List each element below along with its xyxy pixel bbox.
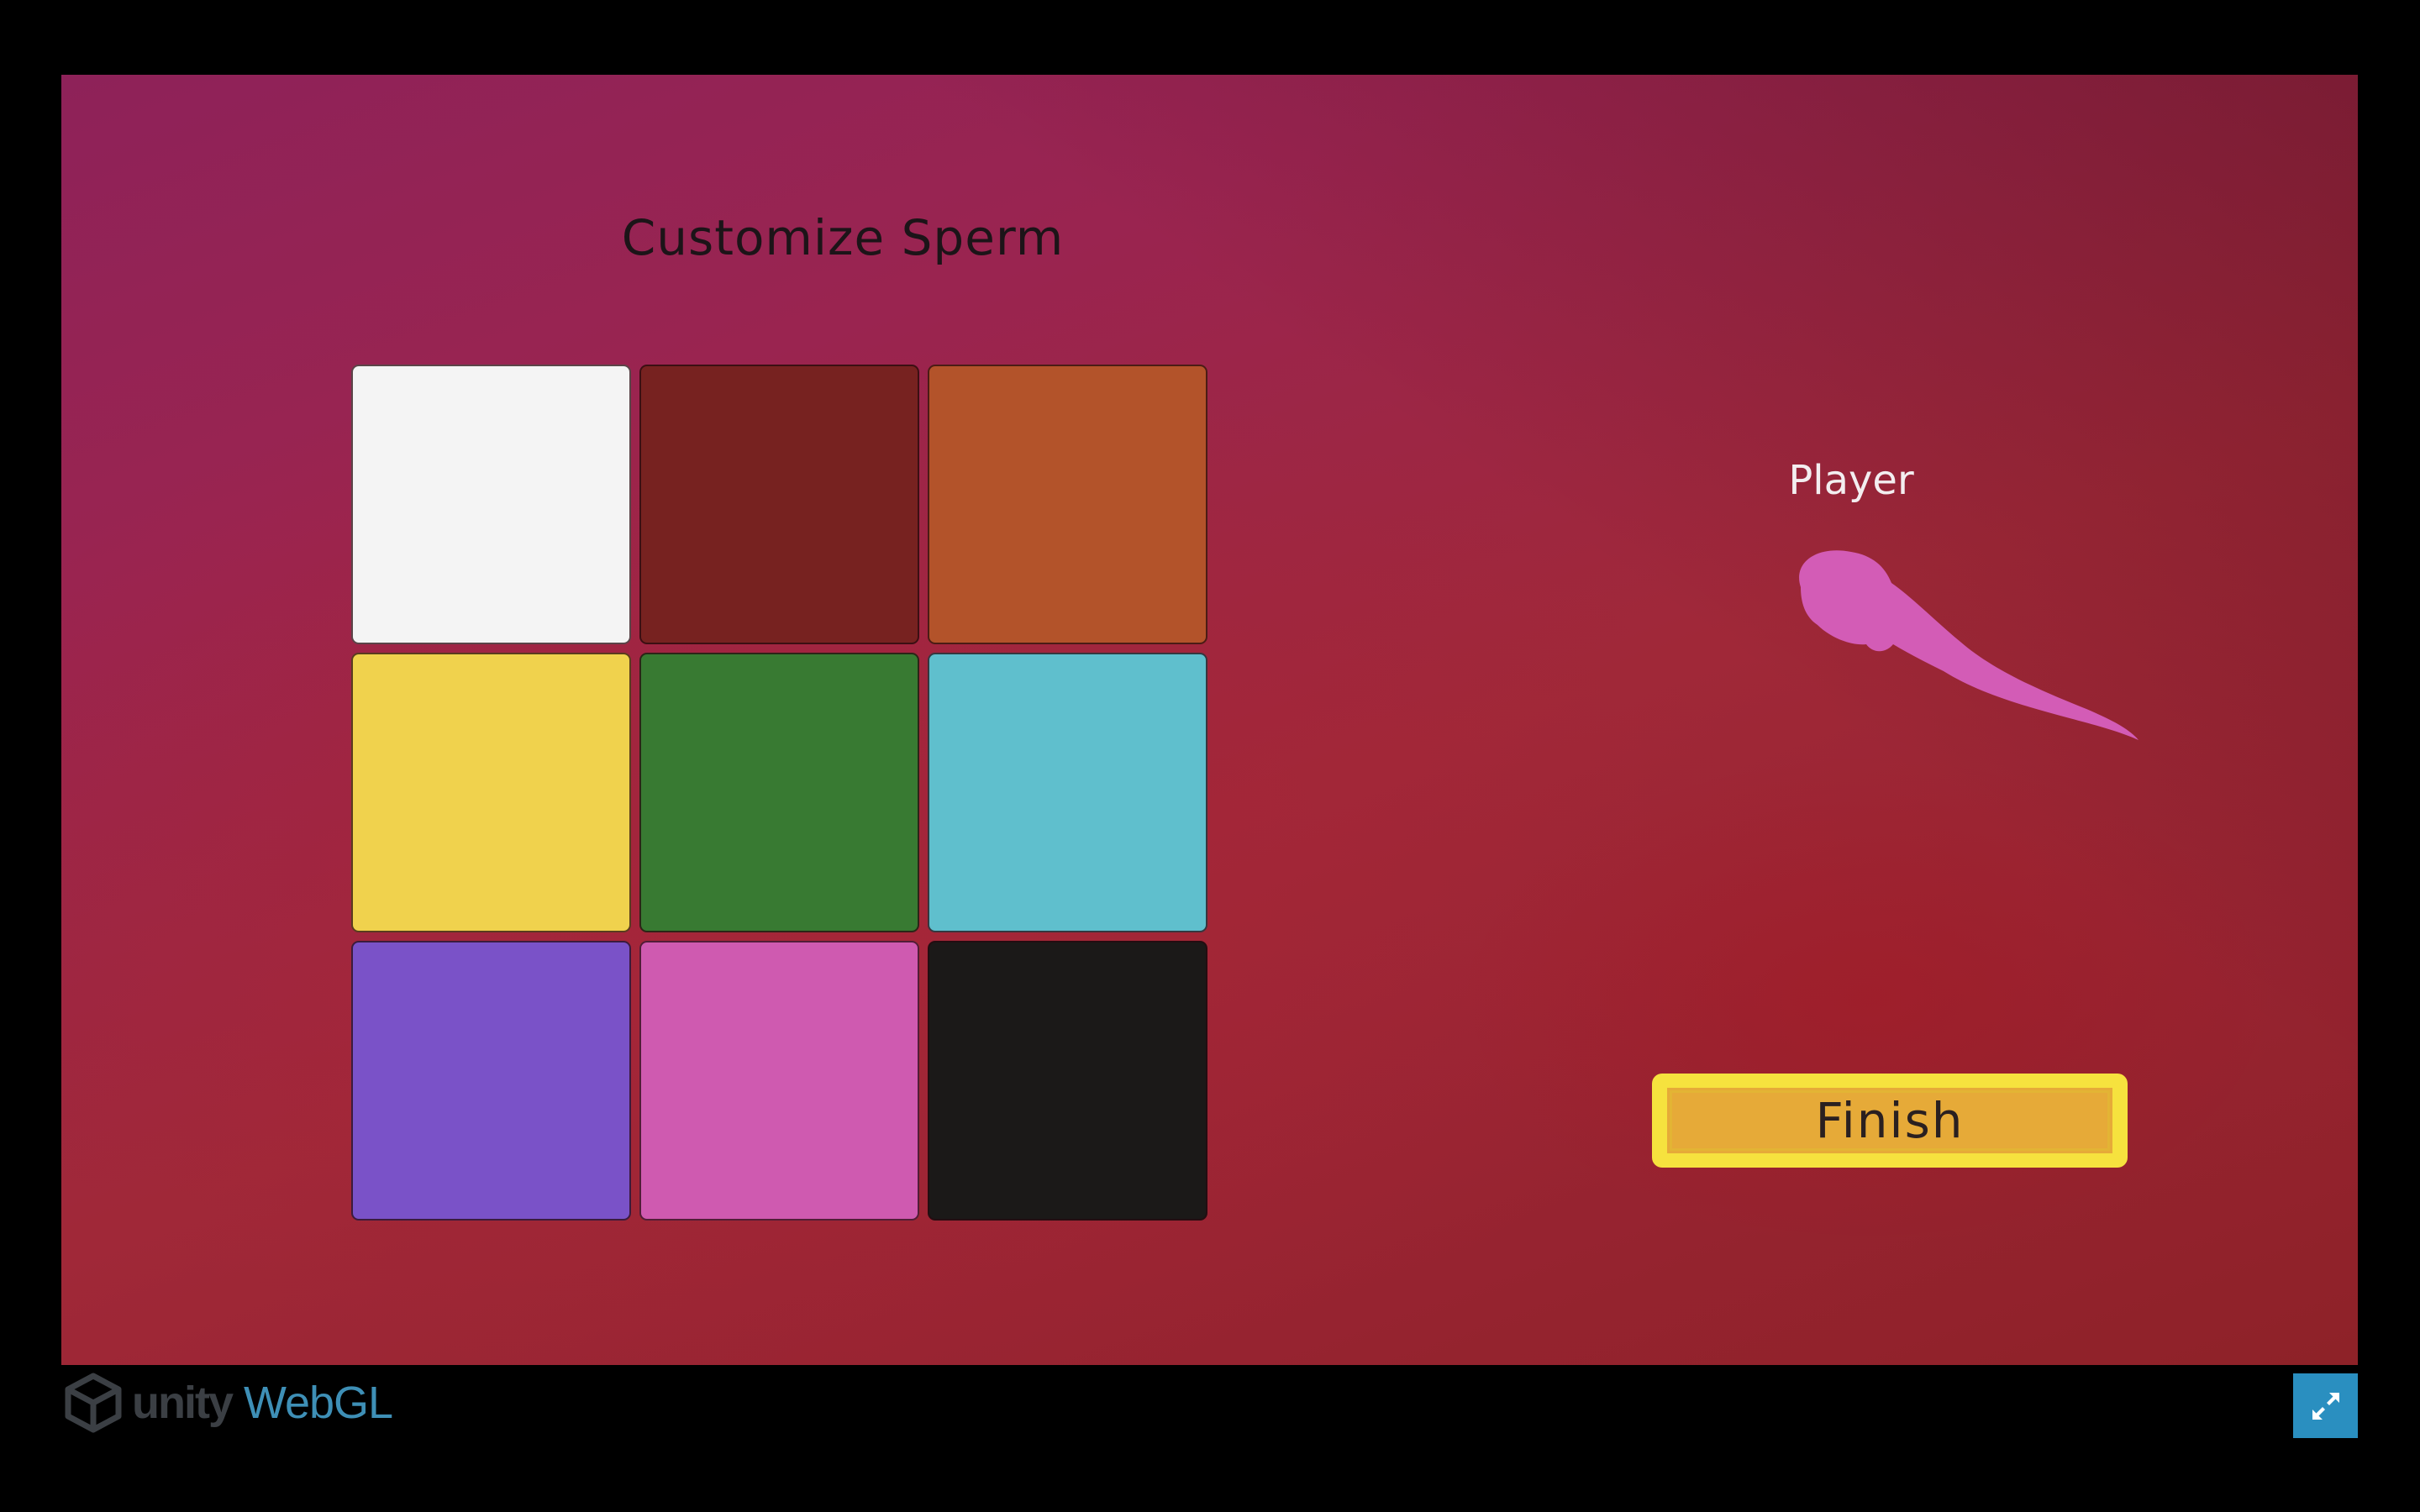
color-swatch-black[interactable] — [928, 941, 1207, 1221]
color-swatch-pink[interactable] — [639, 941, 919, 1221]
game-canvas: Customize Sperm Player Finish — [61, 75, 2358, 1365]
color-swatch-yellow[interactable] — [351, 653, 631, 932]
color-swatch-green[interactable] — [639, 653, 919, 932]
player-label: Player — [1788, 457, 1914, 504]
unity-webgl-logo: unity WebGL — [61, 1368, 393, 1438]
player-sperm-preview — [1799, 550, 2139, 740]
fullscreen-button[interactable] — [2293, 1373, 2358, 1438]
webgl-text: WebGL — [244, 1378, 393, 1428]
color-swatch-cyan[interactable] — [928, 653, 1207, 932]
color-swatch-purple[interactable] — [351, 941, 631, 1221]
page-title: Customize Sperm — [621, 209, 1065, 266]
finish-button[interactable]: Finish — [1652, 1074, 2128, 1168]
color-swatch-grid — [351, 365, 1208, 1221]
unity-cube-icon — [65, 1373, 122, 1433]
unity-text: unity — [132, 1378, 234, 1428]
sperm-body — [1799, 550, 2139, 740]
color-swatch-white[interactable] — [351, 365, 631, 644]
color-swatch-orange[interactable] — [928, 365, 1207, 644]
finish-button-label: Finish — [1660, 1081, 2119, 1160]
fullscreen-icon — [2312, 1392, 2339, 1420]
color-swatch-dark-red[interactable] — [639, 365, 919, 644]
